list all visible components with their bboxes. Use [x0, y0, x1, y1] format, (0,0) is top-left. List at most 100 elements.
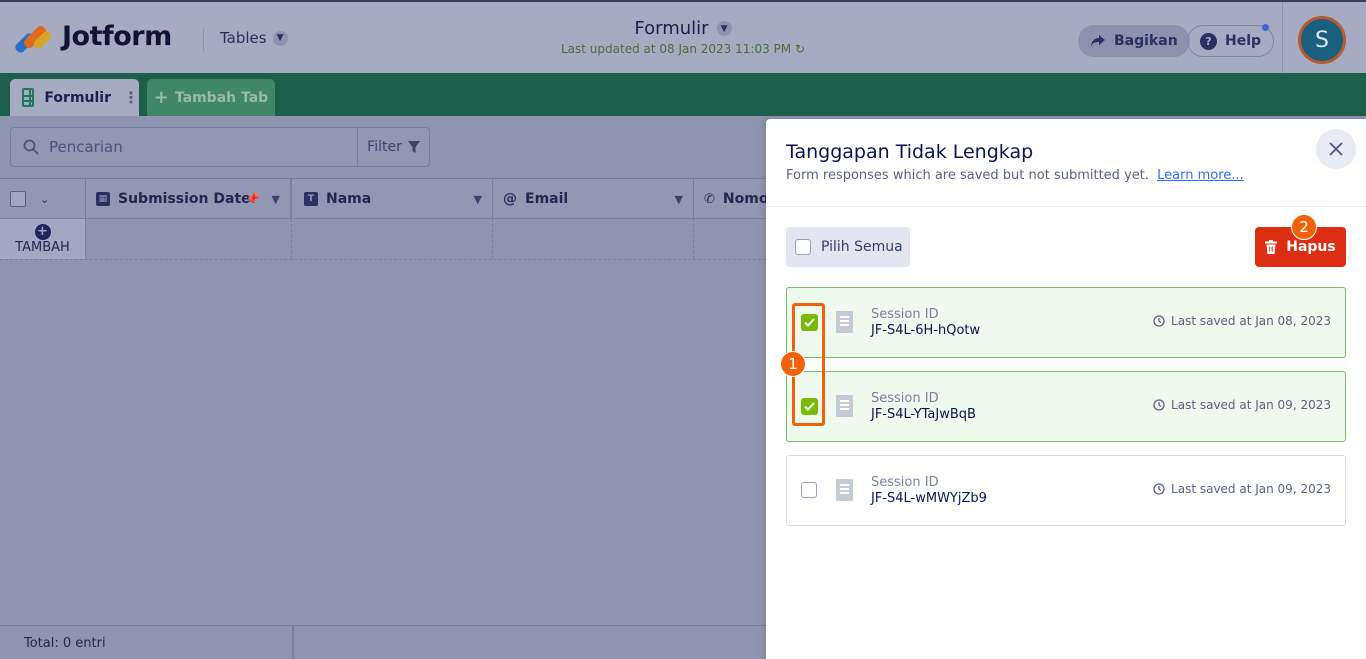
- add-row-button[interactable]: + TAMBAH: [0, 219, 86, 259]
- table-row: + TAMBAH: [0, 219, 766, 260]
- last-saved: Last saved at Jan 09, 2023: [1153, 398, 1331, 412]
- jotform-logo-icon: [13, 20, 53, 55]
- filter-label: Filter: [367, 139, 402, 155]
- form-title: Formulir: [634, 18, 709, 39]
- learn-more-link[interactable]: Learn more...: [1157, 168, 1244, 183]
- column-nomor[interactable]: ✆ Nomo: [694, 179, 769, 219]
- header-divider: [203, 28, 204, 52]
- session-id: JF-S4L-6H-hQotw: [871, 323, 981, 338]
- column-email[interactable]: @ Email ▼: [493, 179, 694, 219]
- delete-label: Hapus: [1286, 239, 1336, 255]
- select-all-label: Pilih Semua: [821, 239, 903, 255]
- clock-icon: [1153, 483, 1165, 495]
- search-icon: [23, 139, 39, 155]
- column-submission-date[interactable]: ▦ Submission Date 📌 ▼: [86, 179, 292, 219]
- document-icon: [836, 479, 853, 501]
- search-input[interactable]: Pencarian: [10, 127, 358, 167]
- help-label: Help: [1225, 33, 1262, 49]
- tables-label: Tables: [220, 29, 267, 47]
- tab-label: Formulir: [44, 89, 111, 106]
- table-cell[interactable]: [493, 219, 694, 259]
- share-button[interactable]: Bagikan: [1078, 25, 1190, 57]
- notification-dot: [1262, 24, 1270, 31]
- text-type-icon: T: [304, 192, 318, 206]
- chevron-down-icon[interactable]: ▼: [272, 193, 280, 206]
- table-cell[interactable]: [292, 219, 493, 259]
- select-all-checkbox[interactable]: Pilih Semua: [786, 227, 910, 267]
- refresh-icon[interactable]: ↻: [795, 42, 805, 56]
- close-button[interactable]: [1316, 129, 1356, 169]
- table-cell[interactable]: [86, 219, 292, 259]
- table-footer: Total: 0 entri: [0, 625, 766, 659]
- search-placeholder: Pencarian: [49, 138, 123, 156]
- table-header: ⌄ ▦ Submission Date 📌 ▼ T Nama ▼ @ Email…: [0, 178, 769, 219]
- select-all-rows-checkbox[interactable]: [10, 191, 26, 207]
- help-button[interactable]: ? Help: [1187, 24, 1275, 57]
- header-divider-right: [1282, 2, 1283, 75]
- clock-icon: [1153, 315, 1165, 327]
- checkbox-empty[interactable]: [801, 482, 817, 498]
- last-updated-text: Last updated at 08 Jan 2023 11:03 PM: [560, 42, 792, 56]
- logo-text: Jotform: [62, 20, 172, 52]
- at-sign-icon: @: [503, 191, 517, 207]
- tables-dropdown[interactable]: Tables ▼: [220, 29, 288, 47]
- last-updated: Last updated at 08 Jan 2023 11:03 PM ↻: [500, 42, 866, 56]
- add-tab-button[interactable]: + Tambah Tab: [147, 79, 275, 116]
- filter-button[interactable]: Filter: [357, 127, 430, 167]
- last-saved-text: Last saved at Jan 09, 2023: [1171, 398, 1331, 412]
- share-label: Bagikan: [1114, 33, 1178, 49]
- chevron-down-icon: ▼: [272, 30, 288, 46]
- select-column-header[interactable]: ⌄: [0, 179, 86, 219]
- tab-formulir[interactable]: Formulir ⋮: [10, 79, 139, 116]
- chevron-down-icon[interactable]: ▼: [675, 193, 683, 206]
- session-label: Session ID: [871, 475, 939, 490]
- chevron-down-icon[interactable]: ⌄: [40, 193, 49, 206]
- plus-circle-icon: +: [34, 223, 51, 240]
- clock-icon: [1153, 399, 1165, 411]
- share-arrow-icon: [1091, 35, 1105, 47]
- tab-bar: Formulir ⋮ + Tambah Tab: [0, 73, 1366, 116]
- annotation-badge-1: 1: [780, 351, 806, 377]
- session-label: Session ID: [871, 307, 939, 322]
- top-bar: Jotform Tables ▼ Formulir ▼ Last updated…: [0, 0, 1366, 75]
- last-saved-text: Last saved at Jan 09, 2023: [1171, 482, 1331, 496]
- chevron-down-icon[interactable]: ▼: [474, 193, 482, 206]
- column-label: Nomo: [722, 191, 769, 207]
- panel-subtitle: Form responses which are saved but not s…: [786, 168, 1244, 183]
- session-label: Session ID: [871, 391, 939, 406]
- column-label: Email: [525, 191, 569, 207]
- calendar-icon: ▦: [96, 192, 110, 206]
- annotation-badge-2: 2: [1291, 214, 1317, 240]
- incomplete-responses-panel: Tanggapan Tidak Lengkap Form responses w…: [766, 119, 1366, 659]
- phone-icon: ✆: [704, 191, 715, 207]
- jotform-logo[interactable]: Jotform: [13, 20, 172, 55]
- footer-divider: [292, 626, 294, 659]
- document-icon: [836, 395, 853, 417]
- add-tab-label: Tambah Tab: [174, 89, 269, 106]
- entry-count: Total: 0 entri: [24, 636, 106, 651]
- form-title-area: Formulir ▼ Last updated at 08 Jan 2023 1…: [500, 18, 866, 56]
- funnel-icon: [407, 141, 420, 153]
- document-icon: [836, 311, 853, 333]
- pin-icon[interactable]: 📌: [245, 192, 260, 206]
- question-icon: ?: [1200, 32, 1217, 50]
- select-all-box[interactable]: [795, 239, 811, 255]
- avatar[interactable]: S: [1298, 16, 1346, 64]
- session-id: JF-S4L-wMWYjZb9: [871, 491, 987, 506]
- plus-icon: +: [153, 87, 169, 108]
- session-id: JF-S4L-YTaJwBqB: [871, 407, 976, 422]
- last-saved-text: Last saved at Jan 08, 2023: [1171, 314, 1331, 328]
- list-item[interactable]: Session ID JF-S4L-YTaJwBqB Last saved at…: [786, 371, 1346, 442]
- panel-divider: [766, 206, 1366, 207]
- trash-icon: [1265, 240, 1278, 254]
- table-grid-icon: [22, 88, 35, 107]
- kebab-menu-icon[interactable]: ⋮: [123, 88, 139, 107]
- panel-title: Tanggapan Tidak Lengkap: [786, 141, 1034, 163]
- column-nama[interactable]: T Nama ▼: [294, 179, 493, 219]
- list-item[interactable]: Session ID JF-S4L-wMWYjZb9 Last saved at…: [786, 455, 1346, 526]
- form-title-dropdown[interactable]: Formulir ▼: [634, 18, 732, 39]
- item-checkbox[interactable]: [801, 482, 817, 498]
- list-item[interactable]: Session ID JF-S4L-6H-hQotw Last saved at…: [786, 287, 1346, 358]
- close-icon: [1329, 142, 1343, 156]
- column-label: Nama: [326, 191, 372, 207]
